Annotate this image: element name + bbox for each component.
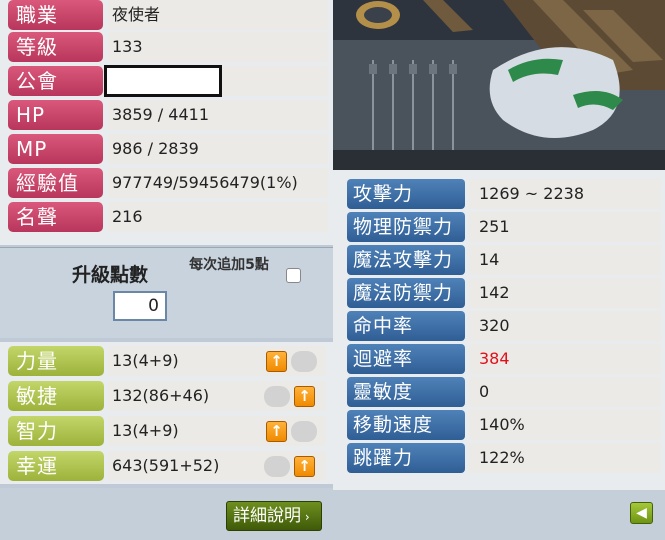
detail-row-speed: 移動速度 140%	[347, 410, 661, 440]
dex-slot	[264, 386, 290, 407]
game-scene-art	[333, 0, 665, 170]
detail-label: 魔法攻擊力	[347, 245, 465, 275]
detail-label: 魔法防禦力	[347, 278, 465, 308]
detail-row-hands: 靈敏度 0	[347, 377, 661, 407]
info-label: 職業	[8, 0, 103, 30]
character-info-section: 職業 夜使者 等級 133 公會 HP 3859 / 4411 MP 986 /…	[0, 0, 333, 245]
str-slot	[291, 351, 317, 372]
detail-value: 142	[469, 278, 661, 308]
info-value: 3859 / 4411	[108, 100, 328, 130]
detail-row-accuracy: 命中率 320	[347, 311, 661, 341]
info-row-job: 職業 夜使者	[8, 0, 328, 30]
detail-row-phys-def: 物理防禦力 251	[347, 212, 661, 242]
guild-name-redaction	[104, 65, 222, 97]
info-value: 977749/59456479(1%)	[108, 168, 328, 198]
detail-label: 靈敏度	[347, 377, 465, 407]
info-row-guild: 公會	[8, 65, 328, 97]
detail-button[interactable]: 詳細說明 ›	[226, 501, 322, 531]
every5-label: 每次追加5點	[189, 257, 269, 273]
luk-increase-button[interactable]: ↑	[294, 456, 315, 477]
int-slot	[291, 421, 317, 442]
detail-value: 384	[469, 344, 661, 374]
detail-label: 命中率	[347, 311, 465, 341]
detail-row-magic-atk: 魔法攻擊力 14	[347, 245, 661, 275]
info-row-level: 等級 133	[8, 32, 328, 62]
detail-button-label: 詳細說明	[233, 506, 301, 526]
detail-value: 1269 ~ 2238	[469, 179, 661, 209]
detail-label: 跳躍力	[347, 443, 465, 473]
info-label: 等級	[8, 32, 103, 62]
info-label: 經驗值	[8, 168, 103, 198]
detail-value: 140%	[469, 410, 661, 440]
str-increase-button[interactable]: ↑	[266, 351, 287, 372]
arrow-left-icon: ◀	[636, 505, 647, 521]
detail-row-attack: 攻擊力 1269 ~ 2238	[347, 179, 661, 209]
detail-value: 251	[469, 212, 661, 242]
detail-value: 14	[469, 245, 661, 275]
int-increase-button[interactable]: ↑	[266, 421, 287, 442]
info-value: 216	[108, 202, 328, 232]
dex-increase-button[interactable]: ↑	[294, 386, 315, 407]
stat-label: 力量	[8, 346, 104, 376]
detail-row-jump: 跳躍力 122%	[347, 443, 661, 473]
detail-label: 移動速度	[347, 410, 465, 440]
every5-checkbox[interactable]	[286, 268, 301, 283]
info-label: MP	[8, 134, 103, 164]
info-label: 公會	[8, 66, 103, 96]
info-value: 133	[108, 32, 328, 62]
ability-points-title: 升級點數	[72, 264, 149, 286]
ability-points-value: 0	[113, 291, 167, 321]
info-label: 名聲	[8, 202, 103, 232]
game-background	[333, 0, 665, 170]
ability-points-section: 升級點數 0 每次追加5點	[0, 247, 333, 338]
detail-value: 122%	[469, 443, 661, 473]
right-footer	[333, 490, 665, 540]
stat-label: 幸運	[8, 451, 104, 481]
info-value: 986 / 2839	[108, 134, 328, 164]
luk-slot	[264, 456, 290, 477]
detail-stats-panel: 攻擊力 1269 ~ 2238 物理防禦力 251 魔法攻擊力 14 魔法防禦力…	[333, 170, 665, 540]
detail-value: 0	[469, 377, 661, 407]
info-row-fame: 名聲 216	[8, 202, 328, 232]
info-row-exp: 經驗值 977749/59456479(1%)	[8, 168, 328, 198]
character-stat-panel: 職業 夜使者 等級 133 公會 HP 3859 / 4411 MP 986 /…	[0, 0, 333, 540]
detail-label: 迴避率	[347, 344, 465, 374]
info-value: 夜使者	[108, 0, 328, 30]
detail-label: 物理防禦力	[347, 212, 465, 242]
info-row-mp: MP 986 / 2839	[8, 134, 328, 164]
stat-label: 智力	[8, 416, 104, 446]
detail-label: 攻擊力	[347, 179, 465, 209]
detail-row-magic-def: 魔法防禦力 142	[347, 278, 661, 308]
info-label: HP	[8, 100, 103, 130]
stat-label: 敏捷	[8, 381, 104, 411]
info-row-hp: HP 3859 / 4411	[8, 100, 328, 130]
collapse-arrow-button[interactable]: ◀	[630, 502, 653, 524]
detail-row-avoid: 迴避率 384	[347, 344, 661, 374]
detail-value: 320	[469, 311, 661, 341]
